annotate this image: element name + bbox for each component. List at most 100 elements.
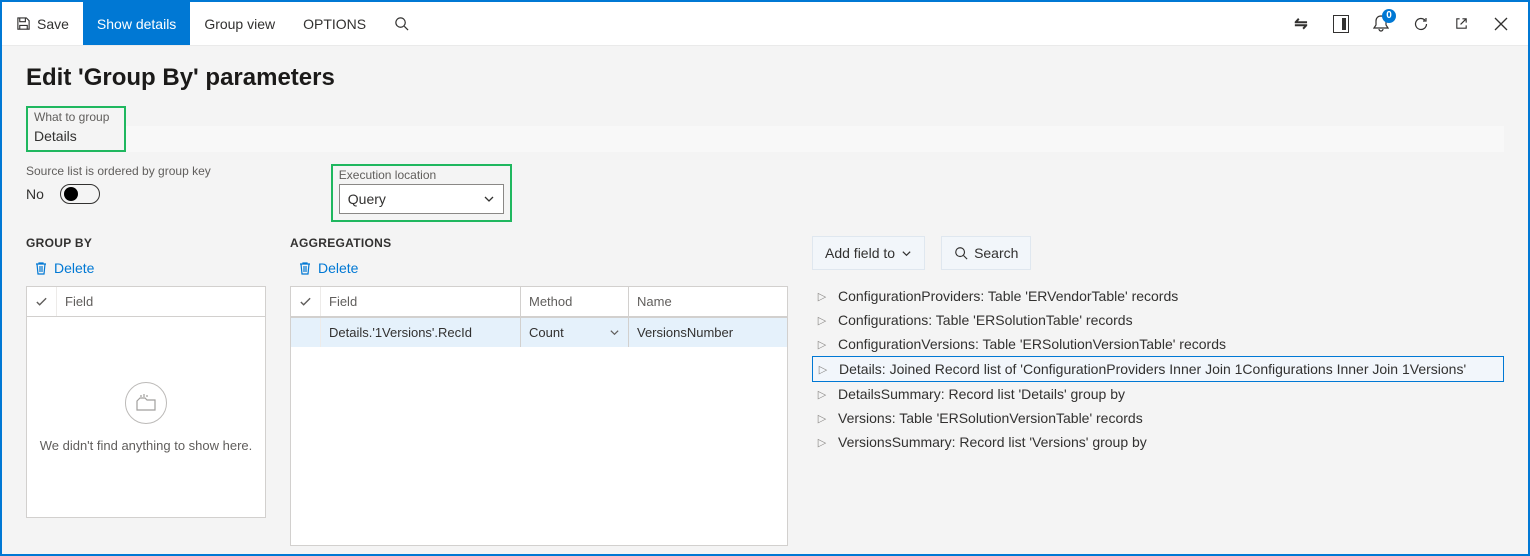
groupby-column: GROUP BY Delete Field (26, 236, 266, 518)
agg-row-method-value: Count (529, 325, 564, 340)
lower-columns: GROUP BY Delete Field (26, 236, 1504, 546)
tree-item-label: ConfigurationProviders: Table 'ERVendorT… (838, 288, 1178, 304)
execution-location-label: Execution location (339, 168, 504, 182)
aggregations-column: AGGREGATIONS Delete Field Method Name (290, 236, 788, 546)
agg-field-header[interactable]: Field (321, 287, 521, 316)
agg-row-name[interactable]: VersionsNumber (629, 318, 787, 347)
aggregations-header: AGGREGATIONS (290, 236, 788, 250)
toolbar-left: Save Show details Group view OPTIONS (2, 2, 423, 45)
group-view-label: Group view (204, 16, 275, 32)
what-to-group-row: What to group Details (26, 106, 1504, 152)
options-label: OPTIONS (303, 16, 366, 32)
app-window: Save Show details Group view OPTIONS 0 (0, 0, 1530, 556)
tree-item[interactable]: ▷ ConfigurationProviders: Table 'ERVendor… (812, 284, 1504, 308)
groupby-empty-state: We didn't find anything to show here. (27, 317, 265, 517)
groupby-delete-label: Delete (54, 260, 94, 276)
popout-icon[interactable] (1452, 15, 1470, 33)
show-details-label: Show details (97, 16, 176, 32)
expand-icon[interactable]: ▷ (816, 412, 828, 425)
add-field-button[interactable]: Add field to (812, 236, 925, 270)
tree-item-label: Configurations: Table 'ERSolutionTable' … (838, 312, 1133, 328)
toolbar-search-button[interactable] (380, 2, 423, 45)
search-icon (954, 246, 968, 260)
tree-item-label: ConfigurationVersions: Table 'ERSolution… (838, 336, 1226, 352)
expand-icon[interactable]: ▷ (817, 363, 829, 376)
row-settings: Source list is ordered by group key No E… (26, 164, 1504, 222)
check-icon (35, 295, 48, 309)
chevron-down-icon (609, 327, 620, 338)
groupby-grid-header: Field (27, 287, 265, 317)
what-to-group-value[interactable]: Details (34, 124, 118, 144)
tree-item[interactable]: ▷Versions: Table 'ERSolutionVersionTable… (812, 406, 1504, 430)
ordered-toggle-group: Source list is ordered by group key No (26, 164, 211, 204)
groupby-grid: Field We didn't find anything to show he… (26, 286, 266, 518)
trash-icon (34, 261, 48, 275)
groupby-field-header[interactable]: Field (57, 287, 265, 316)
ordered-toggle-value-row: No (26, 184, 211, 204)
ordered-toggle-label: Source list is ordered by group key (26, 164, 211, 178)
toolbar-spacer (423, 2, 1292, 45)
search-label: Search (974, 245, 1018, 261)
tree-item-label: DetailsSummary: Record list 'Details' gr… (838, 386, 1125, 402)
execution-location-highlight: Execution location Query (331, 164, 512, 222)
show-details-button[interactable]: Show details (83, 2, 190, 45)
save-label: Save (37, 16, 69, 32)
group-view-button[interactable]: Group view (190, 2, 289, 45)
chevron-down-icon (901, 248, 912, 259)
aggregations-delete-button[interactable]: Delete (298, 260, 788, 276)
expand-icon[interactable]: ▷ (816, 338, 828, 351)
options-button[interactable]: OPTIONS (289, 2, 380, 45)
notification-icon[interactable]: 0 (1372, 15, 1390, 33)
tree-item-label: Details: Joined Record list of 'Configur… (839, 361, 1466, 377)
search-button[interactable]: Search (941, 236, 1031, 270)
groupby-delete-button[interactable]: Delete (34, 260, 266, 276)
tree-item-selected[interactable]: ▷ Details: Joined Record list of 'Configu… (812, 356, 1504, 382)
notification-badge: 0 (1382, 9, 1396, 23)
what-to-group-highlight: What to group Details (26, 106, 126, 152)
groupby-header: GROUP BY (26, 236, 266, 250)
aggregations-grid: Field Method Name Details.'1Versions'.Re… (290, 286, 788, 546)
agg-check-header[interactable] (291, 287, 321, 316)
agg-row-check[interactable] (291, 318, 321, 347)
aggregations-delete-label: Delete (318, 260, 358, 276)
groupby-check-header[interactable] (27, 287, 57, 316)
tree-item[interactable]: ▷ VersionsSummary: Record list 'Versions'… (812, 430, 1504, 454)
execution-location-select[interactable]: Query (339, 184, 504, 214)
chevron-down-icon (483, 193, 495, 205)
content-area: Edit 'Group By' parameters What to group… (2, 46, 1528, 554)
refresh-icon[interactable] (1412, 15, 1430, 33)
save-button[interactable]: Save (2, 2, 83, 45)
toolbar-right: 0 (1292, 2, 1528, 45)
tree-item[interactable]: ▷ Configurations: Table 'ERSolutionTable'… (812, 308, 1504, 332)
save-icon (16, 16, 31, 31)
aggregations-grid-header: Field Method Name (291, 287, 787, 317)
check-icon (299, 295, 312, 309)
tree-item-label: VersionsSummary: Record list 'Versions' … (838, 434, 1147, 450)
search-icon (394, 16, 409, 31)
expand-icon[interactable]: ▷ (816, 436, 828, 449)
agg-method-header[interactable]: Method (521, 287, 629, 316)
office-icon[interactable] (1332, 15, 1350, 33)
what-to-group-label: What to group (34, 110, 118, 124)
ordered-toggle[interactable] (60, 184, 100, 204)
expand-icon[interactable]: ▷ (816, 388, 828, 401)
add-field-label: Add field to (825, 245, 895, 261)
right-actions: Add field to Search (812, 236, 1504, 270)
agg-row-field[interactable]: Details.'1Versions'.RecId (321, 318, 521, 347)
page-title: Edit 'Group By' parameters (26, 64, 1504, 92)
fields-tree: ▷ ConfigurationProviders: Table 'ERVendor… (812, 284, 1504, 454)
tree-item[interactable]: ▷ ConfigurationVersions: Table 'ERSolutio… (812, 332, 1504, 356)
execution-location-value: Query (348, 191, 386, 207)
agg-row-method[interactable]: Count (521, 318, 629, 347)
connection-icon[interactable] (1292, 15, 1310, 33)
what-to-group-field-ext[interactable] (126, 126, 1504, 152)
expand-icon[interactable]: ▷ (816, 314, 828, 327)
aggregation-row[interactable]: Details.'1Versions'.RecId Count Versions… (291, 317, 787, 347)
tree-item[interactable]: ▷ DetailsSummary: Record list 'Details' g… (812, 382, 1504, 406)
expand-icon[interactable]: ▷ (816, 290, 828, 303)
agg-name-header[interactable]: Name (629, 287, 787, 316)
empty-message: We didn't find anything to show here. (40, 438, 253, 453)
close-icon[interactable] (1492, 15, 1510, 33)
toolbar: Save Show details Group view OPTIONS 0 (2, 2, 1528, 46)
toggle-knob (64, 187, 78, 201)
